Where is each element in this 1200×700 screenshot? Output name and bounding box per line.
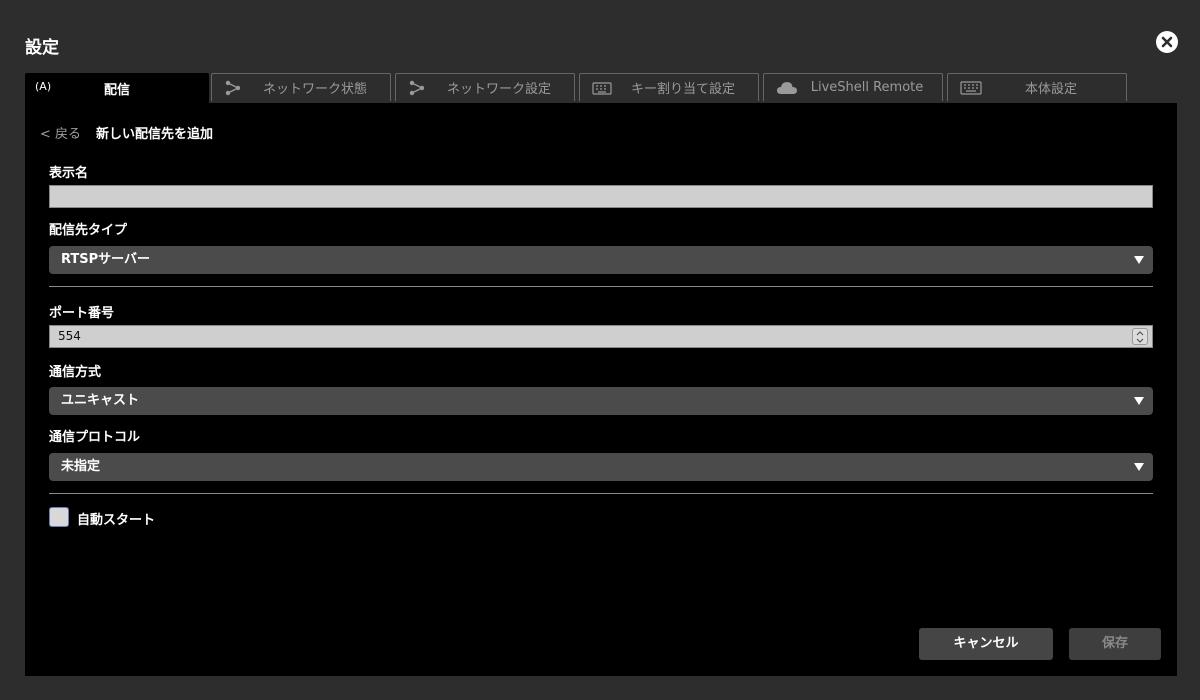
tab-label: キー割り当て設定 bbox=[630, 82, 735, 97]
back-link[interactable]: < 戻る bbox=[40, 123, 81, 142]
tab-network-status[interactable]: ネットワーク状態 bbox=[211, 73, 391, 101]
tab-device-settings[interactable]: 本体設定 bbox=[947, 73, 1127, 101]
network-status-icon bbox=[224, 79, 242, 97]
protocol-select[interactable]: 未指定 bbox=[49, 453, 1153, 481]
dropdown-arrow-icon bbox=[1134, 397, 1144, 405]
auto-start-checkbox[interactable] bbox=[49, 507, 69, 527]
tab-bar: (A) 配信 ネットワーク状態 ネットワーク設定 キー割り当て設定 LiveSh… bbox=[25, 73, 1175, 103]
tab-label: ネットワーク設定 bbox=[446, 82, 551, 97]
keyboard-icon bbox=[592, 79, 612, 97]
stepper-icon[interactable] bbox=[1132, 328, 1148, 345]
window-title: 設定 bbox=[25, 38, 59, 58]
tab-broadcast[interactable]: (A) 配信 bbox=[25, 73, 209, 103]
settings-panel: < 戻る 新しい配信先を追加 表示名 配信先タイプ RTSPサーバー ポート番号… bbox=[25, 103, 1177, 676]
method-label: 通信方式 bbox=[49, 365, 102, 380]
auto-start-label: 自動スタート bbox=[77, 513, 156, 528]
tab-liveshell-remote[interactable]: LiveShell Remote bbox=[763, 73, 943, 101]
close-icon[interactable] bbox=[1156, 31, 1178, 53]
tab-label: 本体設定 bbox=[1024, 82, 1077, 97]
dropdown-arrow-icon bbox=[1134, 463, 1144, 471]
section-divider bbox=[49, 286, 1153, 287]
settings-window: 設定 (A) 配信 ネットワーク状態 ネットワーク設定 キー割り当て設定 Liv… bbox=[0, 0, 1200, 700]
network-settings-icon bbox=[408, 79, 426, 97]
display-name-input[interactable] bbox=[49, 185, 1153, 208]
port-value: 554 bbox=[58, 329, 81, 343]
protocol-label: 通信プロトコル bbox=[49, 430, 141, 445]
cloud-icon bbox=[776, 79, 797, 97]
cancel-button[interactable]: キャンセル bbox=[919, 628, 1053, 660]
page-title: 新しい配信先を追加 bbox=[96, 127, 214, 142]
destination-type-value: RTSPサーバー bbox=[61, 252, 151, 267]
port-input[interactable]: 554 bbox=[49, 325, 1153, 348]
tab-network-settings[interactable]: ネットワーク設定 bbox=[395, 73, 575, 101]
device-keyboard-icon bbox=[960, 79, 982, 97]
method-value: ユニキャスト bbox=[61, 393, 140, 408]
method-select[interactable]: ユニキャスト bbox=[49, 387, 1153, 415]
port-label: ポート番号 bbox=[49, 306, 115, 321]
tab-label: LiveShell Remote bbox=[810, 80, 924, 95]
broadcast-icon: (A) bbox=[35, 80, 52, 93]
protocol-value: 未指定 bbox=[61, 459, 101, 474]
destination-type-select[interactable]: RTSPサーバー bbox=[49, 246, 1153, 274]
destination-type-label: 配信先タイプ bbox=[49, 223, 128, 238]
dropdown-arrow-icon bbox=[1134, 256, 1144, 264]
tab-label: 配信 bbox=[103, 82, 130, 98]
tab-key-assignment[interactable]: キー割り当て設定 bbox=[579, 73, 759, 101]
section-divider bbox=[49, 493, 1153, 494]
display-name-label: 表示名 bbox=[49, 166, 89, 181]
save-button[interactable]: 保存 bbox=[1069, 628, 1161, 660]
tab-label: ネットワーク状態 bbox=[262, 82, 367, 97]
